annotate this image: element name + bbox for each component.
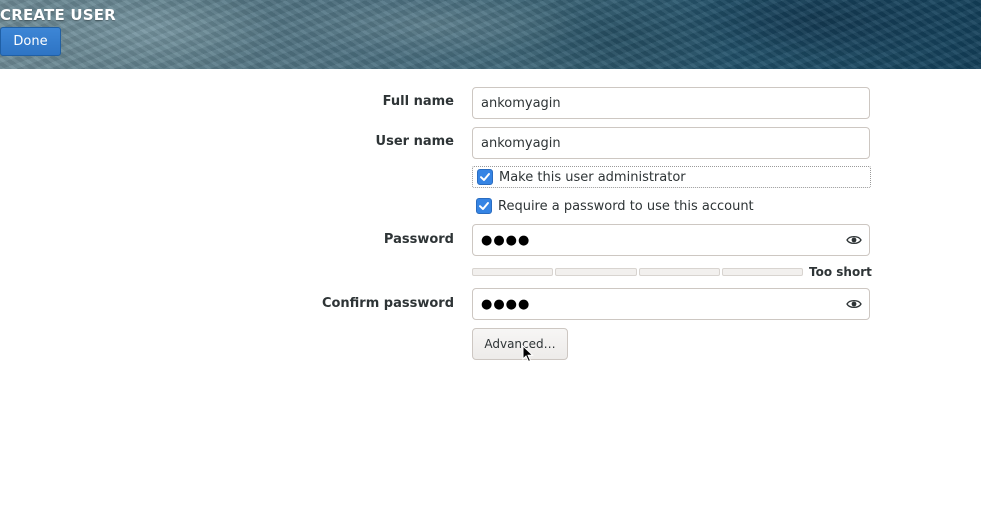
user-name-value: ankomyagin: [481, 135, 561, 151]
require-password-label: Require a password to use this account: [498, 198, 754, 214]
password-strength-label: Too short: [809, 265, 872, 279]
password-strength-meter: [472, 268, 803, 276]
advanced-button[interactable]: Advanced…: [472, 328, 568, 360]
full-name-label: Full name: [382, 94, 454, 109]
confirm-password-masked-value: ●●●●: [481, 296, 531, 312]
checkmark-icon: [479, 202, 489, 210]
user-name-label: User name: [375, 134, 454, 149]
confirm-password-label: Confirm password: [321, 296, 454, 311]
require-password-checkbox-row[interactable]: Require a password to use this account: [472, 195, 754, 217]
strength-segment: [721, 268, 803, 276]
mouse-cursor-icon: [522, 345, 534, 363]
header-banner: CREATE USER Done: [0, 0, 981, 69]
strength-segment: [555, 268, 637, 276]
password-label: Password: [383, 232, 454, 247]
page-title: CREATE USER: [0, 6, 116, 24]
full-name-input[interactable]: ankomyagin: [472, 87, 870, 119]
create-user-page: CREATE USER Done Full name ankomyagin Us…: [0, 0, 981, 513]
eye-icon[interactable]: [839, 225, 869, 255]
user-name-input[interactable]: ankomyagin: [472, 127, 870, 159]
password-masked-value: ●●●●: [481, 232, 531, 248]
require-password-checkbox[interactable]: [476, 198, 492, 214]
strength-segment: [472, 268, 554, 276]
confirm-password-input[interactable]: ●●●●: [472, 288, 870, 320]
admin-checkbox-row[interactable]: Make this user administrator: [472, 166, 871, 188]
admin-checkbox[interactable]: [477, 169, 493, 185]
password-input[interactable]: ●●●●: [472, 224, 870, 256]
admin-checkbox-label: Make this user administrator: [499, 169, 686, 185]
checkmark-icon: [480, 173, 490, 181]
full-name-value: ankomyagin: [481, 95, 561, 111]
strength-segment: [638, 268, 720, 276]
eye-icon[interactable]: [839, 289, 869, 319]
done-button[interactable]: Done: [0, 27, 61, 56]
